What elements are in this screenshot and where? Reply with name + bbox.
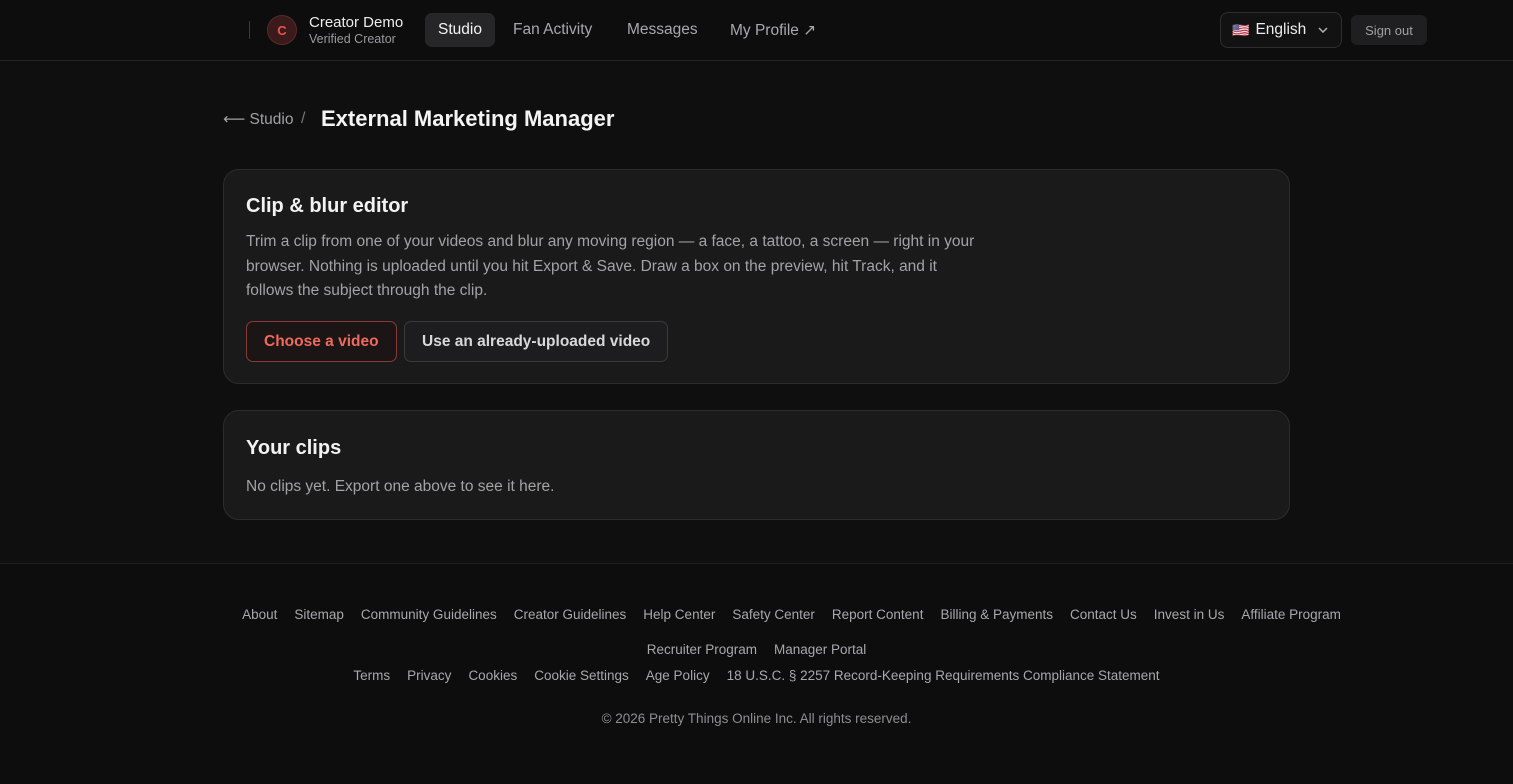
footer-link-sitemap[interactable]: Sitemap xyxy=(294,607,344,622)
editor-card-description: Trim a clip from one of your videos and … xyxy=(246,233,975,299)
footer-link-safety-center[interactable]: Safety Center xyxy=(732,607,815,622)
clip-blur-editor-card: Clip & blur editor Trim a clip from one … xyxy=(223,169,1290,384)
tab-my-profile[interactable]: My Profile ↗ xyxy=(717,13,829,47)
footer-link-manager-portal[interactable]: Manager Portal xyxy=(774,642,866,657)
footer-link-help-center[interactable]: Help Center xyxy=(643,607,715,622)
use-uploaded-video-button[interactable]: Use an already-uploaded video xyxy=(404,321,669,362)
footer-link-terms[interactable]: Terms xyxy=(353,668,390,683)
tab-studio[interactable]: Studio xyxy=(425,13,495,47)
footer-links-row-3: Terms Privacy Cookies Cookie Settings Ag… xyxy=(0,668,1513,683)
footer-link-report-content[interactable]: Report Content xyxy=(832,607,924,622)
clips-empty-text: No clips yet. Export one above to see it… xyxy=(246,478,555,495)
footer-link-age-policy[interactable]: Age Policy xyxy=(646,668,710,683)
footer-link-community-guidelines[interactable]: Community Guidelines xyxy=(361,607,497,622)
breadcrumb-back-link[interactable]: ⟵ Studio xyxy=(223,110,293,129)
footer: About Sitemap Community Guidelines Creat… xyxy=(0,563,1513,784)
footer-links-row-2: Recruiter Program Manager Portal xyxy=(0,642,1513,657)
chevron-down-icon xyxy=(1318,25,1328,36)
footer-link-cookie-settings[interactable]: Cookie Settings xyxy=(534,668,629,683)
clips-card-title: Your clips xyxy=(246,437,342,459)
footer-link-recruiter-program[interactable]: Recruiter Program xyxy=(647,642,757,657)
footer-link-contact-us[interactable]: Contact Us xyxy=(1070,607,1137,622)
language-label: English xyxy=(1255,21,1307,38)
language-select[interactable]: 🇺🇸 English xyxy=(1220,12,1342,48)
footer-links-row-1: About Sitemap Community Guidelines Creat… xyxy=(0,607,1513,622)
user-role: Verified Creator xyxy=(309,32,396,46)
footer-link-2257-statement[interactable]: 18 U.S.C. § 2257 Record-Keeping Requirem… xyxy=(727,668,1160,683)
footer-link-privacy[interactable]: Privacy xyxy=(407,668,451,683)
tab-messages[interactable]: Messages xyxy=(614,13,711,47)
your-clips-card: Your clips No clips yet. Export one abov… xyxy=(223,410,1290,520)
choose-video-button[interactable]: Choose a video xyxy=(246,321,397,362)
top-nav-bar: C Creator Demo Verified Creator Studio F… xyxy=(0,0,1513,61)
sign-out-button[interactable]: Sign out xyxy=(1351,15,1427,45)
tab-fan-activity[interactable]: Fan Activity xyxy=(500,13,605,47)
page-title: External Marketing Manager xyxy=(321,106,615,131)
user-name: Creator Demo xyxy=(309,14,404,31)
avatar[interactable]: C xyxy=(267,15,297,45)
footer-link-cookies[interactable]: Cookies xyxy=(468,668,517,683)
footer-link-affiliate-program[interactable]: Affiliate Program xyxy=(1241,607,1341,622)
footer-link-about[interactable]: About xyxy=(242,607,277,622)
copyright-text: © 2026 Pretty Things Online Inc. All rig… xyxy=(601,711,912,726)
nav-divider xyxy=(249,21,250,39)
footer-link-invest[interactable]: Invest in Us xyxy=(1154,607,1225,622)
breadcrumb-separator: / xyxy=(301,110,306,127)
editor-card-title: Clip & blur editor xyxy=(246,195,409,217)
footer-link-billing-payments[interactable]: Billing & Payments xyxy=(940,607,1053,622)
footer-link-creator-guidelines[interactable]: Creator Guidelines xyxy=(514,607,627,622)
us-flag-icon: 🇺🇸 xyxy=(1232,21,1250,38)
